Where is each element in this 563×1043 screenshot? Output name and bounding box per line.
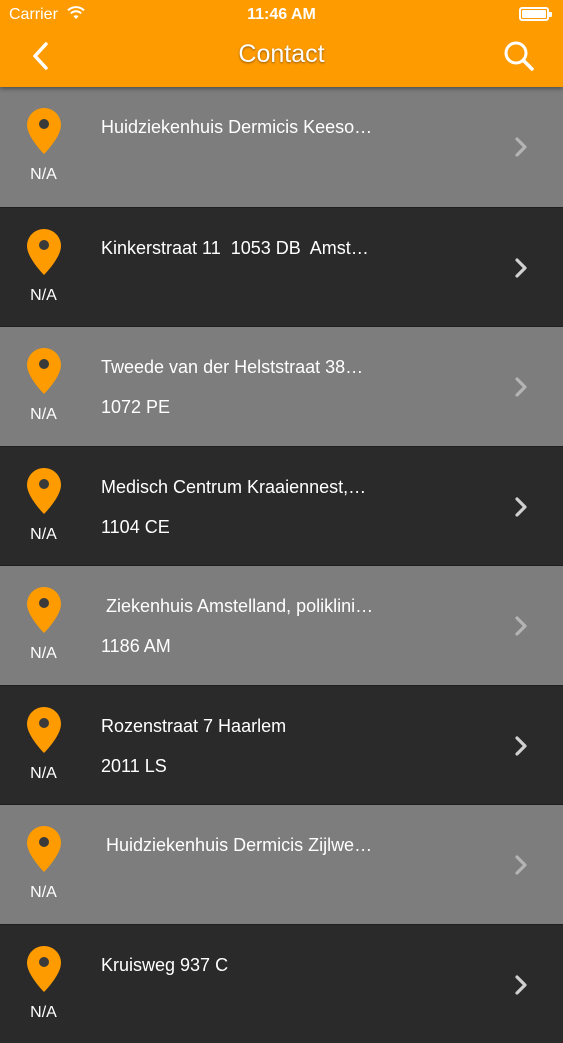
contact-address: Tweede van der Helststraat 38… xyxy=(101,357,363,378)
list-item[interactable]: N/A Ziekenhuis Amstelland, poliklini… 118… xyxy=(0,565,563,685)
list-item[interactable]: N/A Huidziekenhuis Dermicis Zijlwe… xyxy=(0,804,563,924)
list-item[interactable]: N/A Kruisweg 937 C xyxy=(0,924,563,1043)
contact-address: Medisch Centrum Kraaiennest,… xyxy=(101,477,366,498)
contact-address: Kinkerstraat 11 1053 DB Amst… xyxy=(101,238,369,259)
distance-label: N/A xyxy=(0,765,87,783)
contact-address: Rozenstraat 7 Haarlem xyxy=(101,716,286,737)
chevron-right-icon xyxy=(513,853,529,877)
location-pin-icon xyxy=(26,467,62,515)
contact-address: Kruisweg 937 C xyxy=(101,955,228,976)
location-pin-icon xyxy=(26,825,62,873)
contact-postcode: 2011 LS xyxy=(101,756,167,777)
contact-address: Ziekenhuis Amstelland, poliklini… xyxy=(101,596,373,617)
distance-label: N/A xyxy=(0,526,87,544)
distance-label: N/A xyxy=(0,1004,87,1022)
distance-label: N/A xyxy=(0,287,87,305)
chevron-right-icon xyxy=(513,375,529,399)
distance-label: N/A xyxy=(0,406,87,424)
search-icon xyxy=(499,36,539,76)
distance-label: N/A xyxy=(0,645,87,663)
chevron-right-icon xyxy=(513,135,529,159)
page-title: Contact xyxy=(0,40,563,69)
status-bar: Carrier 11:46 AM xyxy=(0,0,563,30)
location-pin-icon xyxy=(26,586,62,634)
chevron-right-icon xyxy=(513,973,529,997)
location-pin-icon xyxy=(26,228,62,276)
location-pin-icon xyxy=(26,706,62,754)
location-pin-icon xyxy=(26,945,62,993)
contact-list: N/A Huidziekenhuis Dermicis Keeso… N/A Kink… xyxy=(0,87,563,1043)
search-button[interactable] xyxy=(499,36,539,76)
list-item[interactable]: N/A Huidziekenhuis Dermicis Keeso… xyxy=(0,87,563,207)
chevron-right-icon xyxy=(513,256,529,280)
status-time: 11:46 AM xyxy=(0,6,563,24)
location-pin-icon xyxy=(26,107,62,155)
contact-address: Huidziekenhuis Dermicis Keeso… xyxy=(101,117,372,138)
navigation-bar: Carrier 11:46 AM Contact xyxy=(0,0,563,87)
contact-postcode: 1072 PE xyxy=(101,397,170,418)
battery-icon xyxy=(519,7,549,21)
contact-postcode: 1104 CE xyxy=(101,517,170,538)
chevron-right-icon xyxy=(513,495,529,519)
list-item[interactable]: N/A Kinkerstraat 11 1053 DB Amst… xyxy=(0,207,563,327)
location-pin-icon xyxy=(26,347,62,395)
chevron-right-icon xyxy=(513,734,529,758)
list-item[interactable]: N/A Medisch Centrum Kraaiennest,… 1104 CE xyxy=(0,446,563,566)
contact-address: Huidziekenhuis Dermicis Zijlwe… xyxy=(101,835,372,856)
chevron-right-icon xyxy=(513,614,529,638)
distance-label: N/A xyxy=(0,884,87,902)
contact-postcode: 1186 AM xyxy=(101,636,171,657)
list-item[interactable]: N/A Tweede van der Helststraat 38… 1072 PE xyxy=(0,326,563,446)
distance-label: N/A xyxy=(0,166,87,184)
list-item[interactable]: N/A Rozenstraat 7 Haarlem 2011 LS xyxy=(0,685,563,805)
